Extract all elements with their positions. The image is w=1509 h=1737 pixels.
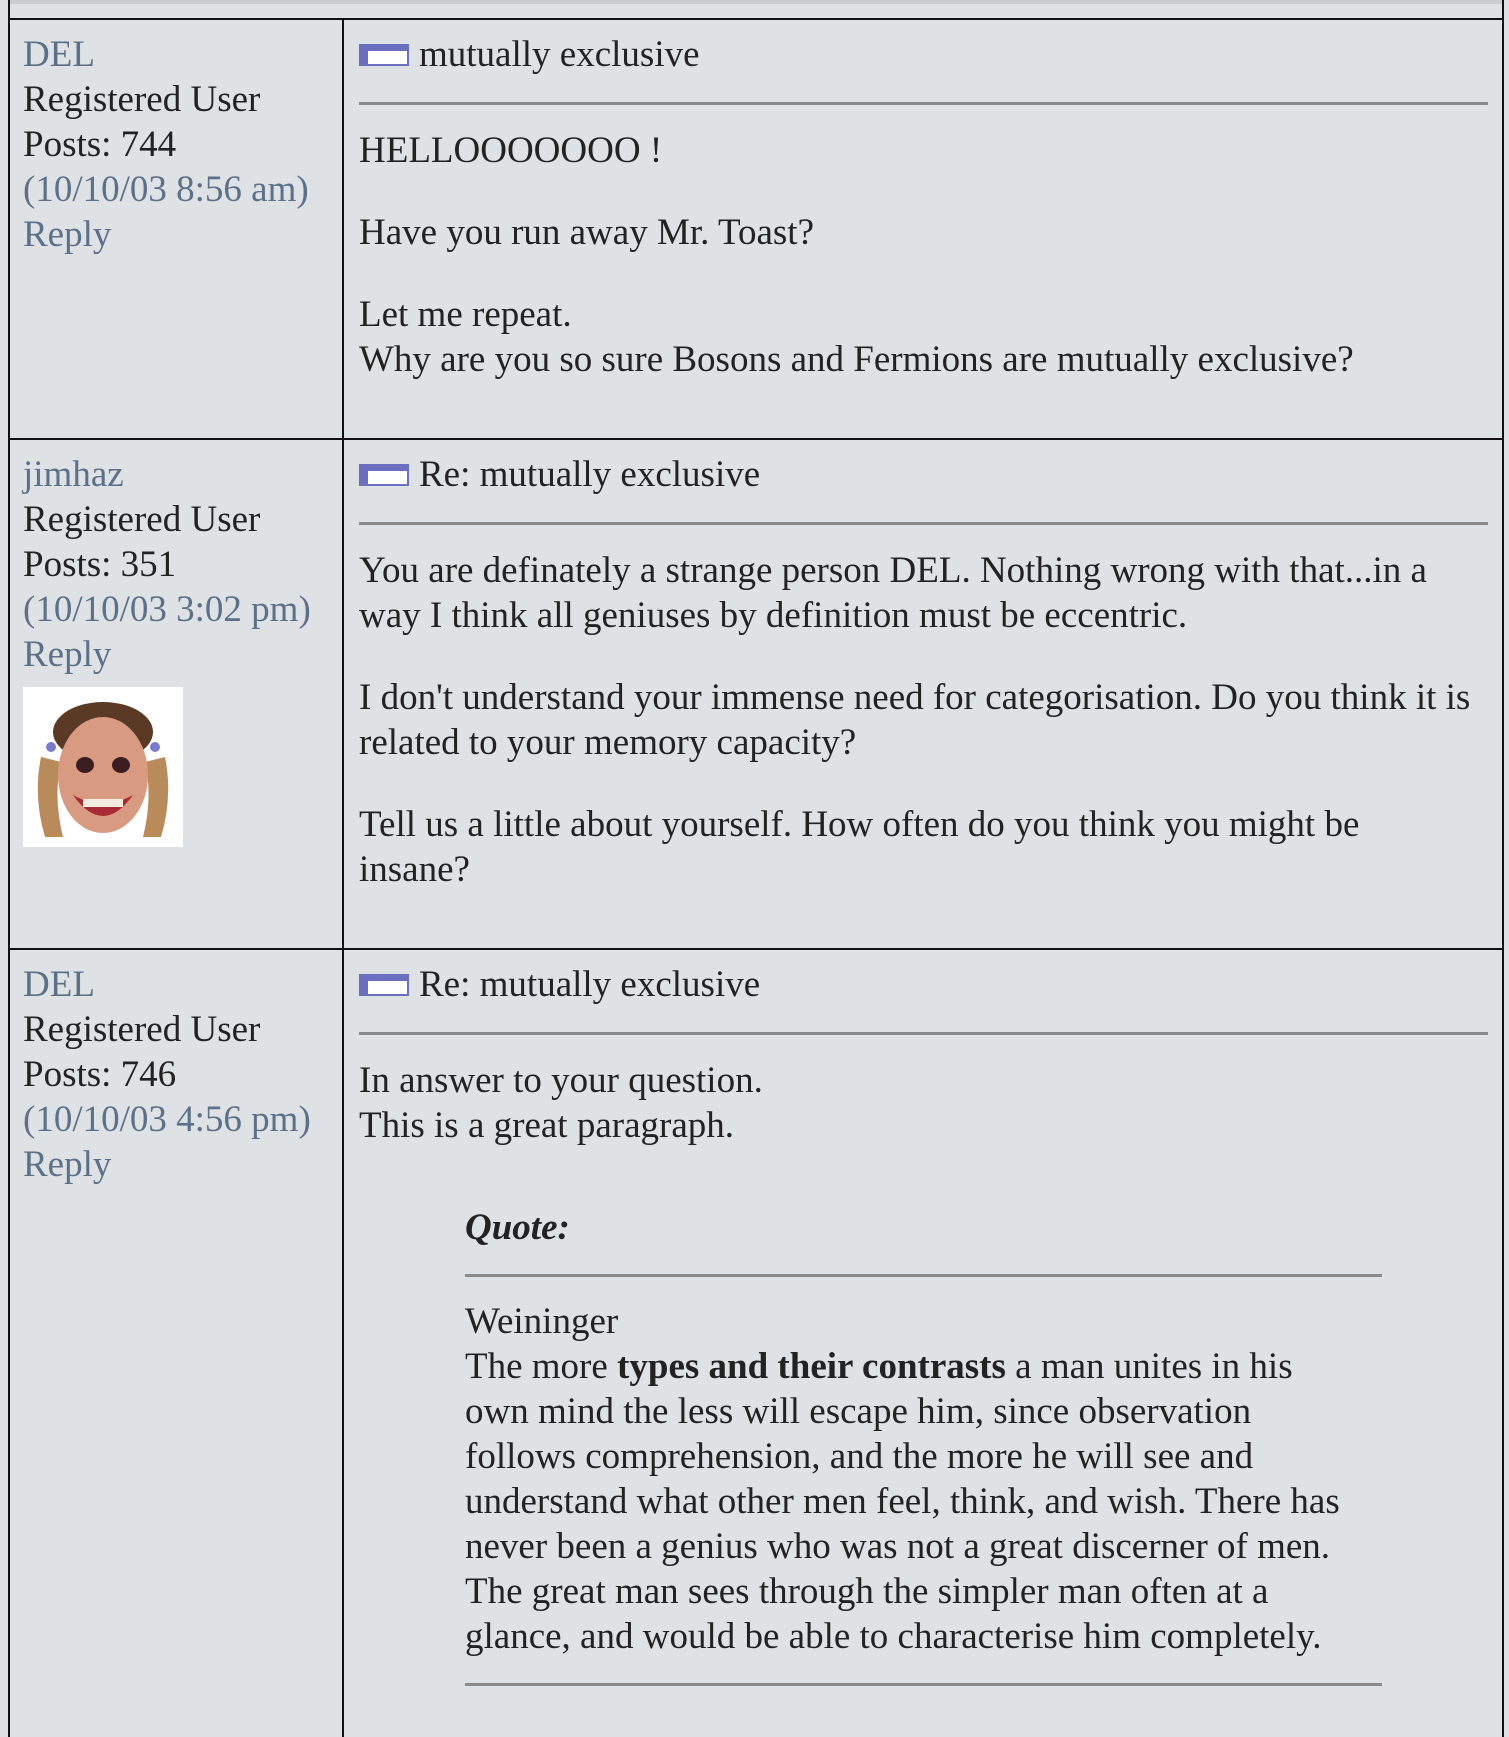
text-line: Let me repeat. xyxy=(359,294,572,335)
quote-label: Quote: xyxy=(465,1207,570,1248)
message-subject-icon xyxy=(359,43,409,66)
post-paragraph: You are definately a strange person DEL.… xyxy=(359,548,1488,638)
post-row: jimhaz Registered User Posts: 351 (10/10… xyxy=(10,438,1502,948)
post-count: Posts: 746 xyxy=(23,1054,177,1095)
quote-bottom-rule xyxy=(465,1683,1382,1686)
post-body: Re: mutually exclusive You are definatel… xyxy=(359,452,1488,929)
post-meta: DEL Registered User Posts: 744 (10/10/03… xyxy=(23,32,333,257)
quote-line: The more types and their contrasts a man… xyxy=(465,1344,1382,1389)
quote-line: never been a genius who was not a great … xyxy=(465,1526,1331,1567)
column-divider xyxy=(342,950,344,1737)
quote-line: own mind the less will escape him, since… xyxy=(465,1391,1252,1432)
quote-line: glance, and would be able to characteris… xyxy=(465,1616,1322,1657)
top-strip xyxy=(10,0,1502,18)
text-line: related to your memory capacity? xyxy=(359,722,857,763)
column-divider xyxy=(342,20,344,438)
subject-text: Re: mutually exclusive xyxy=(419,964,761,1005)
text-line: You are definately a strange person DEL.… xyxy=(359,550,1427,591)
post-date-link[interactable]: (10/10/03 3:02 pm) xyxy=(23,587,333,632)
post-meta: jimhaz Registered User Posts: 351 (10/10… xyxy=(23,452,333,847)
post-date-link[interactable]: (10/10/03 8:56 am) xyxy=(23,167,333,212)
author-link[interactable]: DEL xyxy=(23,32,333,77)
post-paragraph: HELLOOOOOOO ! xyxy=(359,128,1488,173)
quote-text: a man unites in his xyxy=(1005,1346,1293,1387)
text-line: This is a great paragraph. xyxy=(359,1105,734,1146)
post-body: mutually exclusive HELLOOOOOOO ! Have yo… xyxy=(359,32,1488,419)
post-meta: DEL Registered User Posts: 746 (10/10/03… xyxy=(23,962,333,1187)
post-paragraph: I don't understand your immense need for… xyxy=(359,675,1488,765)
post-subject: Re: mutually exclusive xyxy=(359,452,1488,497)
text-line: I don't understand your immense need for… xyxy=(359,677,1471,718)
column-divider xyxy=(342,440,344,948)
post-subject: mutually exclusive xyxy=(359,32,1488,77)
text-line: Why are you so sure Bosons and Fermions … xyxy=(359,339,1354,380)
quote-source: Weininger xyxy=(465,1301,619,1342)
post-row: DEL Registered User Posts: 744 (10/10/03… xyxy=(10,18,1502,438)
quote-top-rule xyxy=(465,1274,1382,1277)
text-line: In answer to your question. xyxy=(359,1060,763,1101)
post-count: Posts: 744 xyxy=(23,124,177,165)
subject-rule xyxy=(359,102,1488,105)
text-line: way I think all geniuses by definition m… xyxy=(359,595,1188,636)
subject-rule xyxy=(359,1032,1488,1035)
post-count: Posts: 351 xyxy=(23,544,177,585)
text-line: insane? xyxy=(359,849,470,890)
quote-line: follows comprehension, and the more he w… xyxy=(465,1436,1254,1477)
message-subject-icon xyxy=(359,973,409,996)
reply-link[interactable]: Reply xyxy=(23,212,333,257)
post-paragraph: Have you run away Mr. Toast? xyxy=(359,210,1488,255)
forum-thread: DEL Registered User Posts: 744 (10/10/03… xyxy=(8,0,1504,1737)
subject-text: Re: mutually exclusive xyxy=(419,454,761,495)
quote-line: understand what other men feel, think, a… xyxy=(465,1481,1340,1522)
quote-block: Quote: Weininger The more types and thei… xyxy=(465,1205,1382,1686)
post-date-link[interactable]: (10/10/03 4:56 pm) xyxy=(23,1097,333,1142)
post-row: DEL Registered User Posts: 746 (10/10/03… xyxy=(10,948,1502,1737)
quote-line: The great man sees through the simpler m… xyxy=(465,1571,1269,1612)
user-avatar xyxy=(23,687,183,847)
post-subject: Re: mutually exclusive xyxy=(359,962,1488,1007)
author-link[interactable]: jimhaz xyxy=(23,452,333,497)
subject-rule xyxy=(359,522,1488,525)
quote-text: The more xyxy=(465,1346,618,1387)
reply-link[interactable]: Reply xyxy=(23,632,333,677)
reply-link[interactable]: Reply xyxy=(23,1142,333,1187)
quote-bold-text: types and their contrasts xyxy=(617,1346,1006,1387)
post-body: Re: mutually exclusive In answer to your… xyxy=(359,962,1488,1708)
subject-text: mutually exclusive xyxy=(419,34,700,75)
text-line: HELLOOOOOOO ! xyxy=(359,130,663,171)
user-role: Registered User xyxy=(23,79,261,120)
message-subject-icon xyxy=(359,463,409,486)
post-paragraph: In answer to your question. This is a gr… xyxy=(359,1058,1488,1148)
author-link[interactable]: DEL xyxy=(23,962,333,1007)
user-role: Registered User xyxy=(23,1009,261,1050)
text-line: Tell us a little about yourself. How oft… xyxy=(359,804,1360,845)
user-role: Registered User xyxy=(23,499,261,540)
text-line: Have you run away Mr. Toast? xyxy=(359,212,815,253)
post-paragraph: Tell us a little about yourself. How oft… xyxy=(359,802,1488,892)
post-paragraph: Let me repeat. Why are you so sure Boson… xyxy=(359,292,1488,382)
